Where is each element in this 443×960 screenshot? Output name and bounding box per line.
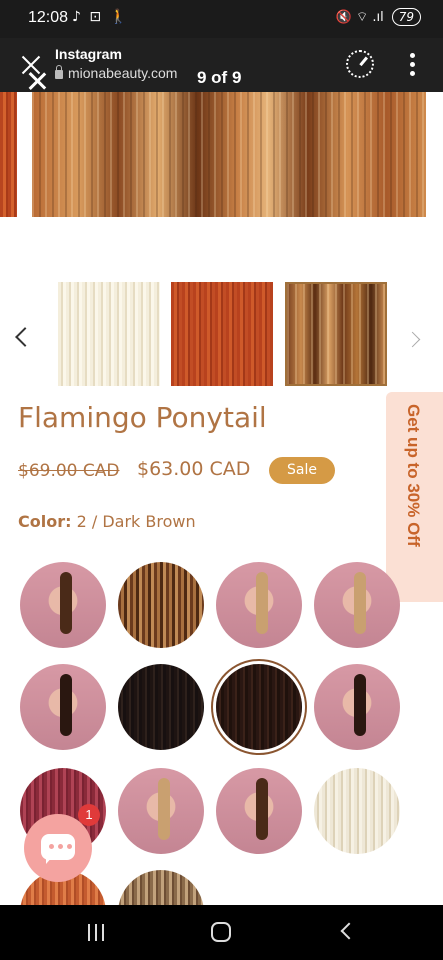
chat-button[interactable] xyxy=(24,814,92,882)
notification-icons: ♪ ⊡ 🚶 xyxy=(72,9,129,25)
swatch-model-dark-ponytail[interactable] xyxy=(20,664,106,750)
swatch-black-hair[interactable] xyxy=(118,664,204,750)
product-title: Flamingo Ponytail xyxy=(18,401,267,434)
swatch-mixed-brown-hair[interactable] xyxy=(118,870,204,905)
promo-text: Get up to 30% Off xyxy=(404,404,423,547)
thumbnail-brown-selected[interactable] xyxy=(285,282,387,386)
lock-icon xyxy=(55,65,63,79)
swatch-dark-brown-hair-selected[interactable] xyxy=(216,664,302,750)
back-icon[interactable] xyxy=(340,922,358,940)
swatch-model-ash-hair[interactable] xyxy=(314,562,400,648)
hero-hair-image xyxy=(32,92,426,217)
product-page: Flamingo Ponytail $69.00 CAD $63.00 CAD … xyxy=(0,92,443,905)
chat-notification-badge: 1 xyxy=(78,804,100,826)
chat-bubble-icon xyxy=(41,834,75,864)
color-label-title: Color: xyxy=(18,512,72,531)
swatch-model-dark-brown-ponytail[interactable] xyxy=(314,664,400,750)
swatch-model-blonde-ponytail[interactable] xyxy=(216,562,302,648)
promo-tab[interactable]: Get up to 30% Off xyxy=(386,392,443,602)
status-right-icons: 🔇 ⌔ .ıl 79 xyxy=(336,8,421,26)
recents-icon[interactable] xyxy=(88,924,104,941)
swatch-platinum-blonde-hair[interactable] xyxy=(314,768,400,854)
chevron-right-icon[interactable] xyxy=(404,331,421,348)
swatch-brown-highlight-hair[interactable] xyxy=(118,562,204,648)
signal-wifi-icons: 🔇 ⌔ .ıl xyxy=(335,10,384,25)
original-price: $69.00 CAD xyxy=(18,461,120,481)
status-bar: 12:08 ♪ ⊡ 🚶 🔇 ⌔ .ıl 79 xyxy=(0,0,443,38)
color-value: 2 / Dark Brown xyxy=(76,512,196,531)
tab-url[interactable]: mionabeauty.com xyxy=(55,65,177,81)
color-label: Color: 2 / Dark Brown xyxy=(18,512,196,531)
swatch-model-brown-ponytail[interactable] xyxy=(20,562,106,648)
home-icon[interactable] xyxy=(211,922,231,942)
previous-hero-image xyxy=(0,92,17,217)
tab-site-name: Instagram xyxy=(55,46,122,62)
navigation-bar xyxy=(0,905,443,960)
thumbnail-copper[interactable] xyxy=(171,282,273,386)
status-time: 12:08 xyxy=(28,9,69,26)
swatch-model-silver-ponytail[interactable] xyxy=(118,768,204,854)
image-counter: 9 of 9 xyxy=(197,68,242,87)
swatch-model-with-dog[interactable] xyxy=(216,768,302,854)
chevron-left-icon[interactable] xyxy=(15,327,35,347)
browser-tab-header: Instagram mionabeauty.com 9 of 9 xyxy=(0,38,443,92)
tab-url-text: mionabeauty.com xyxy=(68,65,178,81)
more-options-icon[interactable] xyxy=(410,53,416,77)
sale-price: $63.00 CAD xyxy=(137,458,251,480)
sale-badge: Sale xyxy=(269,457,335,484)
timer-icon[interactable] xyxy=(346,50,374,78)
thumbnail-platinum[interactable] xyxy=(58,282,160,386)
battery-icon: 79 xyxy=(391,8,421,26)
close-image-viewer-icon[interactable] xyxy=(26,70,48,92)
